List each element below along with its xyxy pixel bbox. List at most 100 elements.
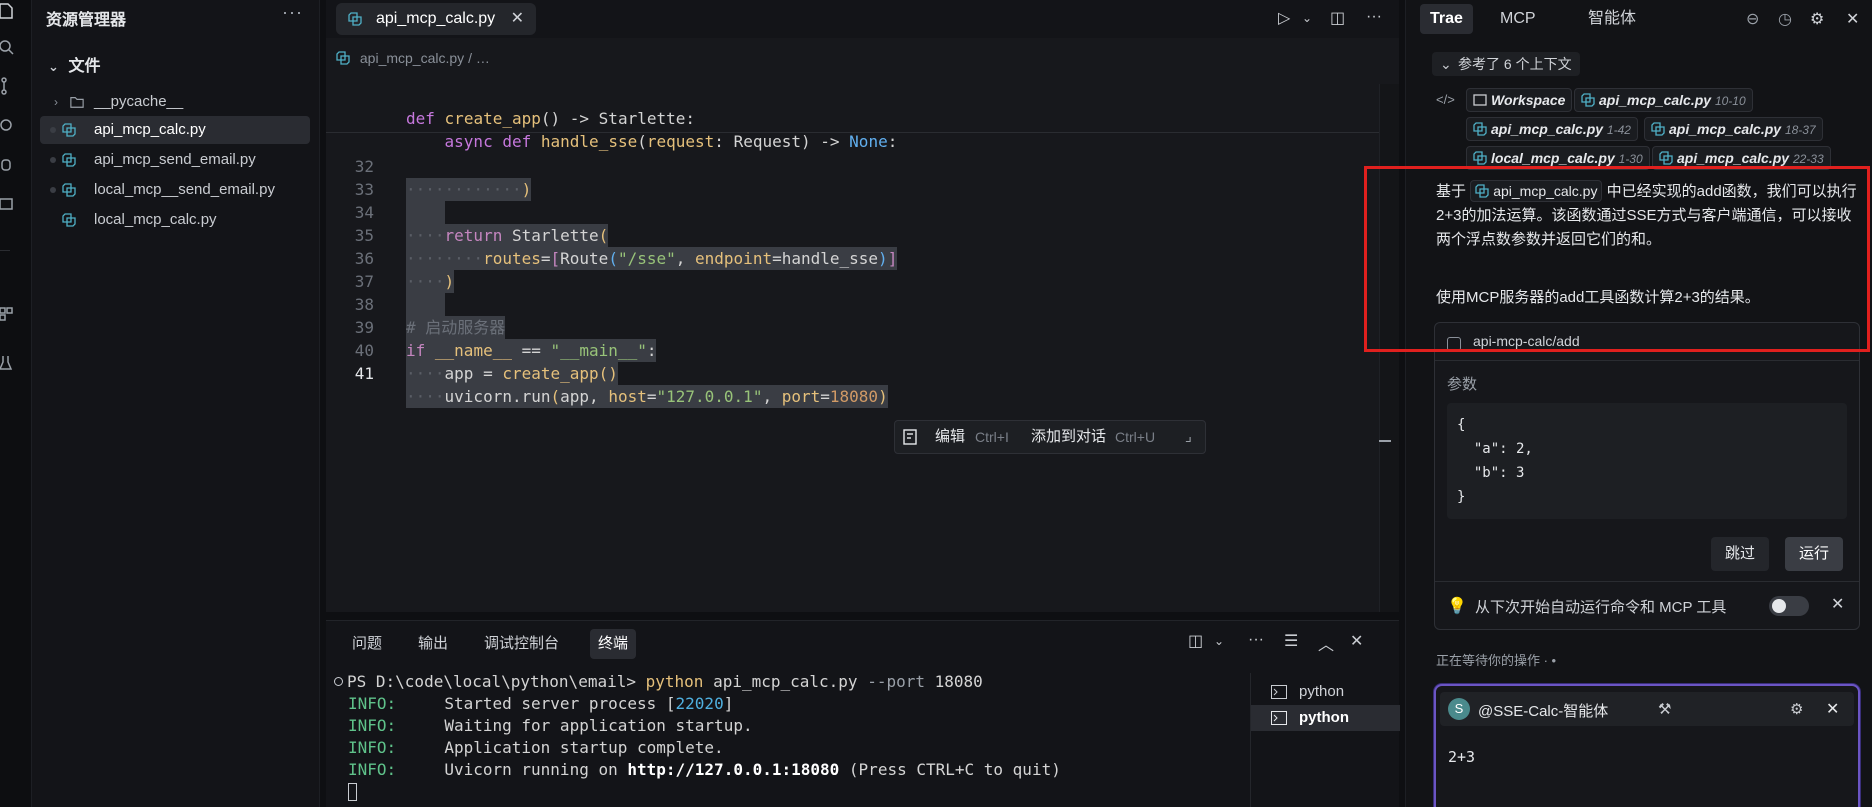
close-icon[interactable]: ✕ xyxy=(1831,594,1844,614)
tool-card-header[interactable]: api-mcp-calc/add xyxy=(1435,323,1859,361)
tab-debug-console[interactable]: 调试控制台 xyxy=(476,629,567,659)
chevron-right-icon: › xyxy=(54,95,58,109)
terminal-instance-label: python xyxy=(1299,683,1345,700)
chat-input-box[interactable]: S @SSE-Calc-智能体 ⚒ ⚙ ✕ 2+3 xyxy=(1434,684,1860,807)
context-header-label: 参考了 6 个上下文 xyxy=(1458,56,1572,72)
more-actions-button[interactable]: ··· xyxy=(282,2,303,23)
panel-settings-icon[interactable]: ☰ xyxy=(1284,631,1298,651)
log-url[interactable]: http://127.0.0.1:18080 xyxy=(627,760,839,779)
context-chip[interactable]: api_mcp_calc.py 22-33 xyxy=(1652,146,1831,170)
context-chip[interactable]: Workspace xyxy=(1466,88,1573,112)
run-debug-icon[interactable] xyxy=(0,116,14,138)
terminal-instance-label: python xyxy=(1299,709,1349,726)
chevron-down-icon[interactable]: ⌄ xyxy=(1302,11,1312,25)
log-level: INFO: xyxy=(348,716,397,735)
close-icon[interactable]: ✕ xyxy=(1350,631,1363,651)
code-text: ····app = create_app() xyxy=(406,362,618,385)
remote-icon[interactable] xyxy=(0,196,14,218)
terminal-instance[interactable]: python xyxy=(1251,679,1400,705)
source-control-icon[interactable] xyxy=(0,76,14,98)
command-port: 18080 xyxy=(934,672,983,691)
python-file-icon xyxy=(62,123,76,137)
editor-scrollbar[interactable] xyxy=(1379,84,1399,612)
extensions-icon[interactable] xyxy=(0,306,14,328)
message-text: 基于 xyxy=(1436,183,1467,200)
code-text: if __name__ == "__main__": xyxy=(406,339,657,362)
tree-item-folder[interactable]: › __pycache__ xyxy=(40,88,310,116)
skip-button[interactable]: 跳过 xyxy=(1711,537,1770,571)
add-to-chat-button[interactable]: 添加到对话 xyxy=(1031,421,1106,453)
tab-terminal[interactable]: 终端 xyxy=(590,629,637,659)
python-file-icon xyxy=(1659,151,1673,165)
tab-trae[interactable]: Trae xyxy=(1420,4,1473,34)
tree-item-file[interactable]: api_mcp_calc.py xyxy=(40,116,310,144)
tab-problems[interactable]: 问题 xyxy=(344,629,390,659)
terminal-output[interactable]: PS D:\code\local\python\email> python ap… xyxy=(334,671,1234,807)
explorer-icon[interactable] xyxy=(0,2,14,24)
split-editor-icon[interactable]: ◫ xyxy=(1330,8,1345,28)
context-chip[interactable]: api_mcp_calc.py 1-42 xyxy=(1466,117,1638,141)
gear-icon[interactable]: ⚙ xyxy=(1790,700,1803,718)
corner-arrow-icon[interactable]: ⌟ xyxy=(1185,421,1192,453)
code-text: ····) xyxy=(406,270,455,293)
tree-item-file[interactable]: local_mcp__send_email.py xyxy=(40,176,310,204)
prompt-circle-icon xyxy=(334,677,343,686)
line-number: 41 xyxy=(354,364,374,383)
explorer-panel: 资源管理器 ··· ⌄ 文件 › __pycache__ api_mcp_cal… xyxy=(32,0,320,807)
search-icon[interactable] xyxy=(0,38,14,60)
code-text: # 启动服务器 xyxy=(406,316,506,339)
edit-action-button[interactable]: 编辑 xyxy=(935,421,965,453)
more-actions-icon[interactable]: ··· xyxy=(1366,8,1382,26)
maximize-panel-icon[interactable]: ︿ xyxy=(1318,631,1334,655)
waiting-status: 正在等待你的操作 · • xyxy=(1436,653,1557,668)
context-chip[interactable]: api_mcp_calc.py 18-37 xyxy=(1644,117,1823,141)
terminal-icon xyxy=(1271,685,1287,699)
tab-agents[interactable]: 智能体 xyxy=(1578,4,1646,34)
chip-label: api_mcp_calc.py xyxy=(1491,121,1604,137)
hammer-icon[interactable]: ⚒ xyxy=(1658,700,1671,718)
debug-icon[interactable] xyxy=(0,156,14,178)
log-text: Started server process [ xyxy=(396,694,676,713)
context-chip[interactable]: local_mcp_calc.py 1-30 xyxy=(1466,146,1650,170)
tab-mcp[interactable]: MCP xyxy=(1490,4,1546,34)
status-dot xyxy=(50,217,56,223)
close-icon[interactable]: ✕ xyxy=(1826,699,1839,719)
inline-file-reference[interactable]: api_mcp_calc.py xyxy=(1470,180,1603,202)
breadcrumb-file[interactable]: api_mcp_calc.py xyxy=(360,50,464,66)
more-actions-icon[interactable]: ··· xyxy=(1248,631,1264,649)
split-terminal-icon[interactable]: ◫ xyxy=(1188,631,1203,651)
terminal-instance[interactable]: python xyxy=(1251,705,1400,731)
command-flag: --port xyxy=(867,672,925,691)
close-icon[interactable]: ✕ xyxy=(511,3,524,35)
code-editor[interactable]: def create_app() -> Starlette: async def… xyxy=(326,84,1399,612)
log-text: Application startup complete. xyxy=(396,738,724,757)
command: python xyxy=(645,672,704,691)
close-icon[interactable]: ✕ xyxy=(1846,9,1859,29)
gear-icon[interactable]: ⚙ xyxy=(1810,9,1824,29)
agent-selector[interactable]: S @SSE-Calc-智能体 ⚒ ⚙ ✕ xyxy=(1440,692,1854,726)
command-args: api_mcp_calc.py xyxy=(713,672,858,691)
code-line-35: 35 ········routes=[Route("/sse", endpoin… xyxy=(326,201,898,270)
context-chip[interactable]: api_mcp_calc.py 10-10 xyxy=(1574,88,1753,112)
python-file-icon xyxy=(62,153,76,167)
testing-icon[interactable] xyxy=(0,354,14,376)
run-button[interactable]: 运行 xyxy=(1785,537,1844,571)
tree-item-label: __pycache__ xyxy=(94,93,184,110)
files-section-header[interactable]: ⌄ 文件 xyxy=(48,52,100,76)
tree-item-file[interactable]: api_mcp_send_email.py xyxy=(40,146,310,174)
add-shortcut: Ctrl+U xyxy=(1115,429,1156,445)
chevron-down-icon[interactable]: ⌄ xyxy=(1214,634,1224,648)
run-icon[interactable]: ▷ xyxy=(1278,8,1290,28)
new-chat-icon[interactable]: ⊖ xyxy=(1746,9,1759,29)
history-icon[interactable]: ◷ xyxy=(1778,9,1792,29)
editor-tab[interactable]: api_mcp_calc.py ✕ xyxy=(336,3,536,35)
chip-range: 1-42 xyxy=(1606,123,1631,137)
context-header[interactable]: ⌄ 参考了 6 个上下文 xyxy=(1432,52,1580,76)
tree-item-file[interactable]: local_mcp_calc.py xyxy=(40,206,310,234)
tab-output[interactable]: 输出 xyxy=(410,629,456,659)
auto-run-label: 从下次开始自动运行命令和 MCP 工具 xyxy=(1475,599,1727,616)
status-dot xyxy=(50,127,56,133)
python-file-icon xyxy=(62,183,76,197)
chat-input-text[interactable]: 2+3 xyxy=(1448,748,1475,766)
auto-run-toggle[interactable] xyxy=(1769,596,1809,616)
